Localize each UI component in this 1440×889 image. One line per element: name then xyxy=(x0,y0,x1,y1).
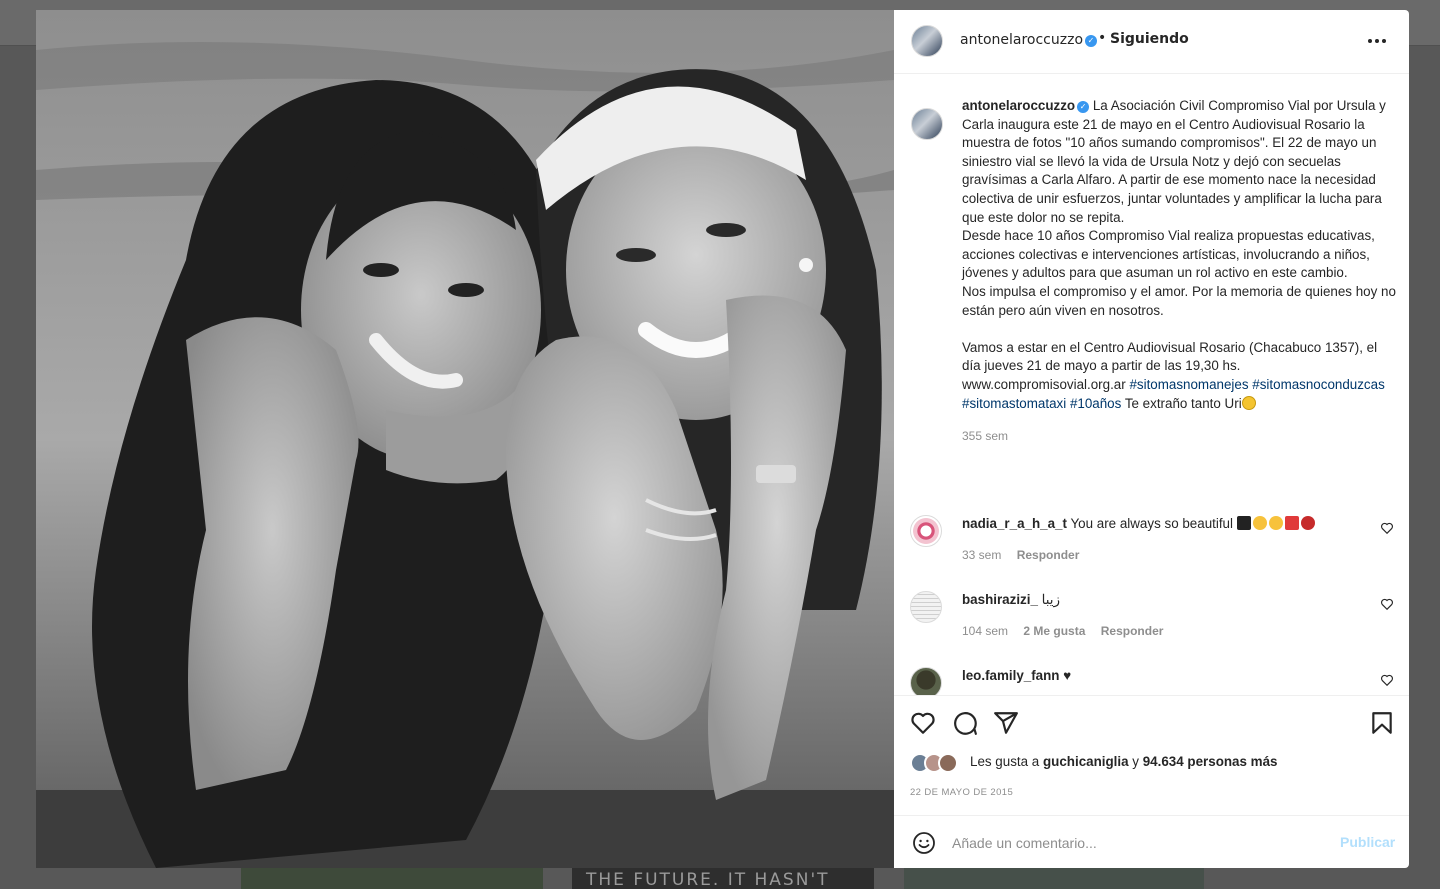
comment-body: nadia_r_a_h_a_t You are always so beauti… xyxy=(962,515,1362,533)
background-thumbnail xyxy=(241,866,543,889)
comment-time[interactable]: 33 sem xyxy=(962,548,1001,562)
comment-text: زیبا xyxy=(1041,592,1060,607)
like-comment-icon[interactable] xyxy=(1380,673,1394,687)
author-username[interactable]: antonelaroccuzzo xyxy=(960,32,1083,48)
following-button[interactable]: Siguiendo xyxy=(1110,31,1189,47)
comment-likes-count[interactable]: 2 Me gusta xyxy=(1023,624,1085,638)
caption-time[interactable]: 355 sem xyxy=(962,427,1398,446)
liker-username[interactable]: guchicaniglia xyxy=(1043,754,1129,769)
likes-count-link[interactable]: 94.634 personas más xyxy=(1143,754,1278,769)
commenter-username[interactable]: nadia_r_a_h_a_t xyxy=(962,516,1067,531)
caption-author-avatar[interactable] xyxy=(911,108,943,140)
caption-paragraph: Vamos a estar en el Centro Audiovisual R… xyxy=(962,339,1378,374)
heart-emoji xyxy=(1284,516,1299,530)
likes-prefix: Les gusta a xyxy=(970,754,1040,769)
comment-text: You are always so beautiful xyxy=(1070,516,1233,531)
reply-button[interactable]: Responder xyxy=(1101,624,1164,638)
comment-meta: 104 sem 2 Me gusta Responder xyxy=(962,624,1175,638)
add-comment-bar: Publicar xyxy=(894,815,1409,868)
heart-eyes-emoji xyxy=(1252,516,1267,530)
smiling-face-emoji xyxy=(1268,516,1283,530)
post-side-panel: antonelaroccuzzo ✓ • Siguiendo antonelaro… xyxy=(894,10,1409,868)
post-date[interactable]: 22 DE MAYO DE 2015 xyxy=(910,787,1013,798)
hashtag-link[interactable]: #10años xyxy=(1070,396,1121,411)
author-name-row[interactable]: antonelaroccuzzo ✓ xyxy=(960,32,1098,48)
background-thumbnail: THE FUTURE. IT HASN'T xyxy=(572,866,874,889)
comment-icon[interactable] xyxy=(952,710,978,736)
post-actions: Les gusta a guchicaniglia y 94.634 perso… xyxy=(894,695,1409,815)
comment-text: ♥ xyxy=(1063,668,1072,683)
caption-paragraph: Nos impulsa el compromiso y el amor. Por… xyxy=(962,283,1396,318)
post-header: antonelaroccuzzo ✓ • Siguiendo xyxy=(894,10,1409,74)
crying-face-emoji xyxy=(1241,395,1256,410)
verified-badge-icon: ✓ xyxy=(1085,35,1098,47)
comment-time[interactable]: 104 sem xyxy=(962,624,1008,638)
background-thumbnail-text: THE FUTURE. IT HASN'T xyxy=(586,870,830,889)
comment-body: leo.family_fann ♥ xyxy=(962,667,1362,685)
hashtag-link[interactable]: #sitomasnoconduzcas xyxy=(1252,377,1385,392)
comments-section[interactable]: antonelaroccuzzo ✓ La Asociación Civil Co… xyxy=(894,75,1409,695)
like-comment-icon[interactable] xyxy=(1380,521,1394,535)
reply-button[interactable]: Responder xyxy=(1017,548,1080,562)
background-thumbnail xyxy=(904,866,1204,889)
likes-conjunction: y xyxy=(1132,754,1139,769)
website-link[interactable]: www.compromisovial.org.ar xyxy=(962,377,1126,392)
caption-paragraph: Desde hace 10 años Compromiso Vial reali… xyxy=(962,228,1375,281)
more-options-icon[interactable] xyxy=(1368,30,1390,50)
comment-body: bashirazizi_ زیبا xyxy=(962,591,1362,609)
comment-input[interactable] xyxy=(952,830,1322,856)
publish-button[interactable]: Publicar xyxy=(1340,834,1395,850)
heart-icon[interactable] xyxy=(910,710,936,736)
caption-author-username[interactable]: antonelaroccuzzo xyxy=(962,98,1075,113)
share-icon[interactable] xyxy=(993,710,1019,736)
hashtag-link[interactable]: #sitomasnomanejes xyxy=(1129,377,1248,392)
commenter-avatar[interactable] xyxy=(910,667,942,695)
comment-meta: 33 sem Responder xyxy=(962,548,1091,562)
emoji-icon[interactable] xyxy=(912,831,936,855)
commenter-username[interactable]: leo.family_fann xyxy=(962,668,1059,683)
rose-emoji xyxy=(1300,516,1315,530)
likes-summary: Les gusta a guchicaniglia y 94.634 perso… xyxy=(970,754,1277,769)
post-photo[interactable] xyxy=(36,10,894,868)
commenter-username[interactable]: bashirazizi_ xyxy=(962,592,1038,607)
post-caption: antonelaroccuzzo ✓ La Asociación Civil Co… xyxy=(962,97,1398,446)
commenter-avatar[interactable] xyxy=(910,591,942,623)
like-comment-icon[interactable] xyxy=(1380,597,1394,611)
caption-closing: Te extraño tanto Uri xyxy=(1124,395,1242,411)
hashtag-link[interactable]: #sitomastomataxi xyxy=(962,396,1066,411)
separator-dot: • xyxy=(1098,30,1107,46)
author-avatar[interactable] xyxy=(911,25,943,57)
caption-paragraph: La Asociación Civil Compromiso Vial por … xyxy=(962,98,1386,225)
bookmark-icon[interactable] xyxy=(1369,710,1395,736)
verified-badge-icon: ✓ xyxy=(1077,101,1090,113)
black-heart-emoji xyxy=(1236,516,1251,530)
commenter-avatar[interactable] xyxy=(910,515,942,547)
photo-illustration xyxy=(36,10,894,868)
